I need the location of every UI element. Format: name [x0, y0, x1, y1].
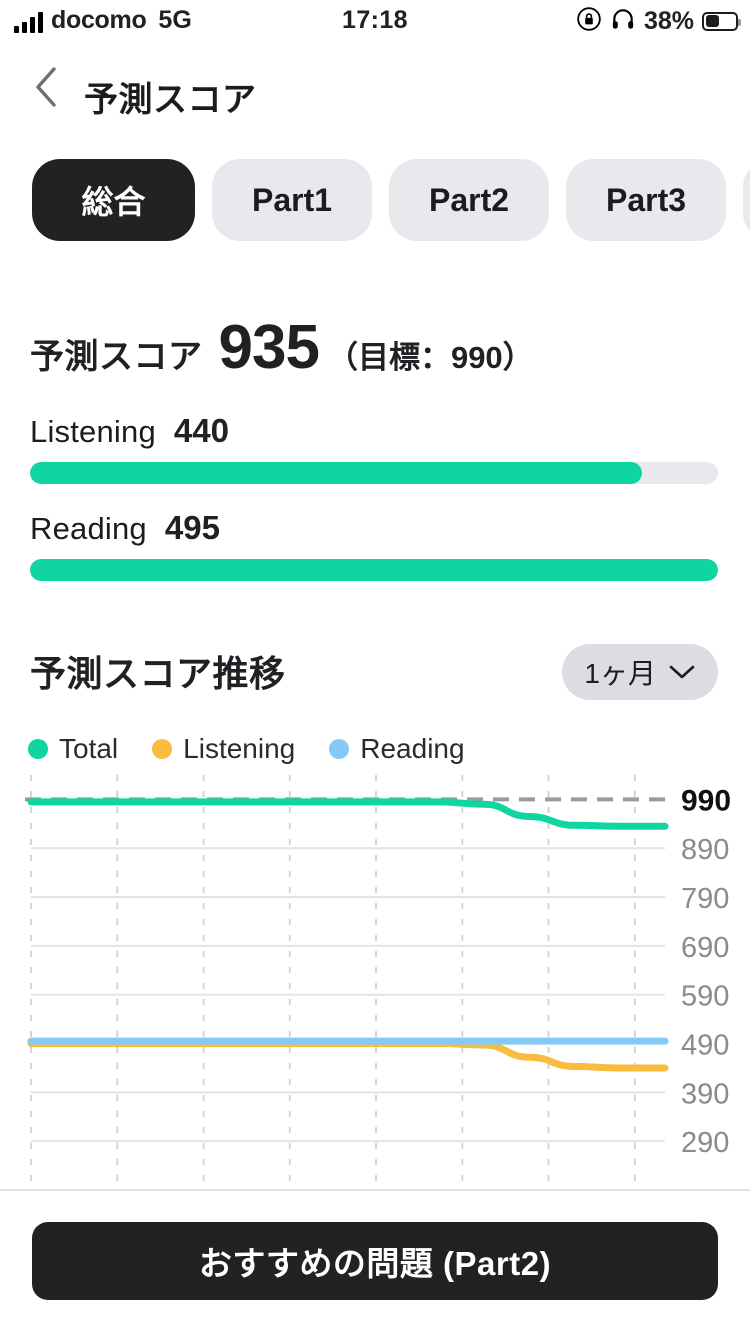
battery-icon: [702, 11, 741, 31]
metric-listening-value: 440: [173, 412, 229, 449]
metric-reading-progress-track: [30, 559, 718, 581]
predicted-score-value: 935: [218, 313, 320, 382]
status-bar: docomo 5G 17:18 38%: [0, 0, 750, 46]
predicted-score-summary: 予測スコア 935 （目標：990）: [30, 312, 534, 383]
tab-part1[interactable]: Part1: [212, 159, 372, 241]
legend-dot-total-icon: [28, 739, 48, 759]
metric-listening-progress-track: [30, 462, 718, 484]
predicted-score-goal: （目標：990）: [326, 340, 534, 375]
rotation-lock-icon: [576, 6, 602, 37]
headphones-icon: [610, 6, 636, 37]
metric-reading-label: Reading: [30, 511, 147, 546]
range-selector-value: 1ヶ月: [584, 658, 656, 689]
tab-part3[interactable]: Part3: [566, 159, 726, 241]
metric-reading-progress-fill: [30, 559, 718, 581]
battery-percent-label: 38%: [643, 6, 694, 35]
metric-listening: Listening 440: [30, 412, 718, 484]
status-bar-right: 38%: [576, 6, 741, 37]
chart-bottom-divider: [0, 1189, 750, 1191]
legend-item-total: Total: [28, 733, 118, 765]
navigation-bar: 予測スコア: [0, 46, 750, 136]
y-axis-tick-490: 490: [681, 1030, 729, 1062]
y-axis-tick-990: 990: [681, 784, 731, 817]
chevron-down-icon: [668, 656, 696, 688]
tab-part2[interactable]: Part2: [389, 159, 549, 241]
chart-legend: Total Listening Reading: [28, 733, 465, 765]
legend-item-listening: Listening: [152, 733, 295, 765]
back-chevron-icon[interactable]: [30, 64, 62, 110]
score-trend-chart-svg: 990 890 790 690 590 490 390 290: [25, 775, 731, 1190]
tab-overall[interactable]: 総合: [32, 159, 195, 241]
metric-listening-label: Listening: [30, 414, 156, 449]
range-selector-dropdown[interactable]: 1ヶ月: [562, 644, 718, 700]
metric-listening-progress-fill: [30, 462, 643, 484]
series-line-total: [27, 798, 669, 830]
recommended-questions-button[interactable]: おすすめの問題 (Part2): [32, 1222, 718, 1300]
metric-reading-value: 495: [164, 509, 220, 546]
predicted-score-label: 予測スコア: [30, 338, 203, 376]
score-trend-chart[interactable]: 990 890 790 690 590 490 390 290: [0, 765, 750, 1190]
tab-part4[interactable]: Part4: [743, 159, 750, 241]
part-tab-bar[interactable]: 総合 Part1 Part2 Part3 Part4: [0, 159, 750, 243]
y-axis-tick-290: 290: [681, 1127, 729, 1159]
legend-dot-listening-icon: [152, 739, 173, 759]
legend-item-reading: Reading: [329, 733, 465, 765]
trend-section-title: 予測スコア推移: [30, 653, 286, 694]
y-axis-tick-790: 790: [681, 883, 729, 915]
y-axis-tick-590: 590: [681, 981, 729, 1013]
legend-label-total: Total: [59, 733, 119, 764]
y-axis-tick-390: 390: [681, 1078, 729, 1110]
legend-label-listening: Listening: [183, 733, 296, 764]
metric-reading: Reading 495: [30, 509, 718, 581]
series-line-listening: [27, 1040, 669, 1072]
y-axis-tick-690: 690: [681, 932, 729, 964]
legend-label-reading: Reading: [360, 733, 465, 764]
legend-dot-reading-icon: [329, 739, 350, 759]
y-axis-tick-890: 890: [681, 834, 729, 866]
page-title: 予測スコア: [84, 81, 257, 119]
